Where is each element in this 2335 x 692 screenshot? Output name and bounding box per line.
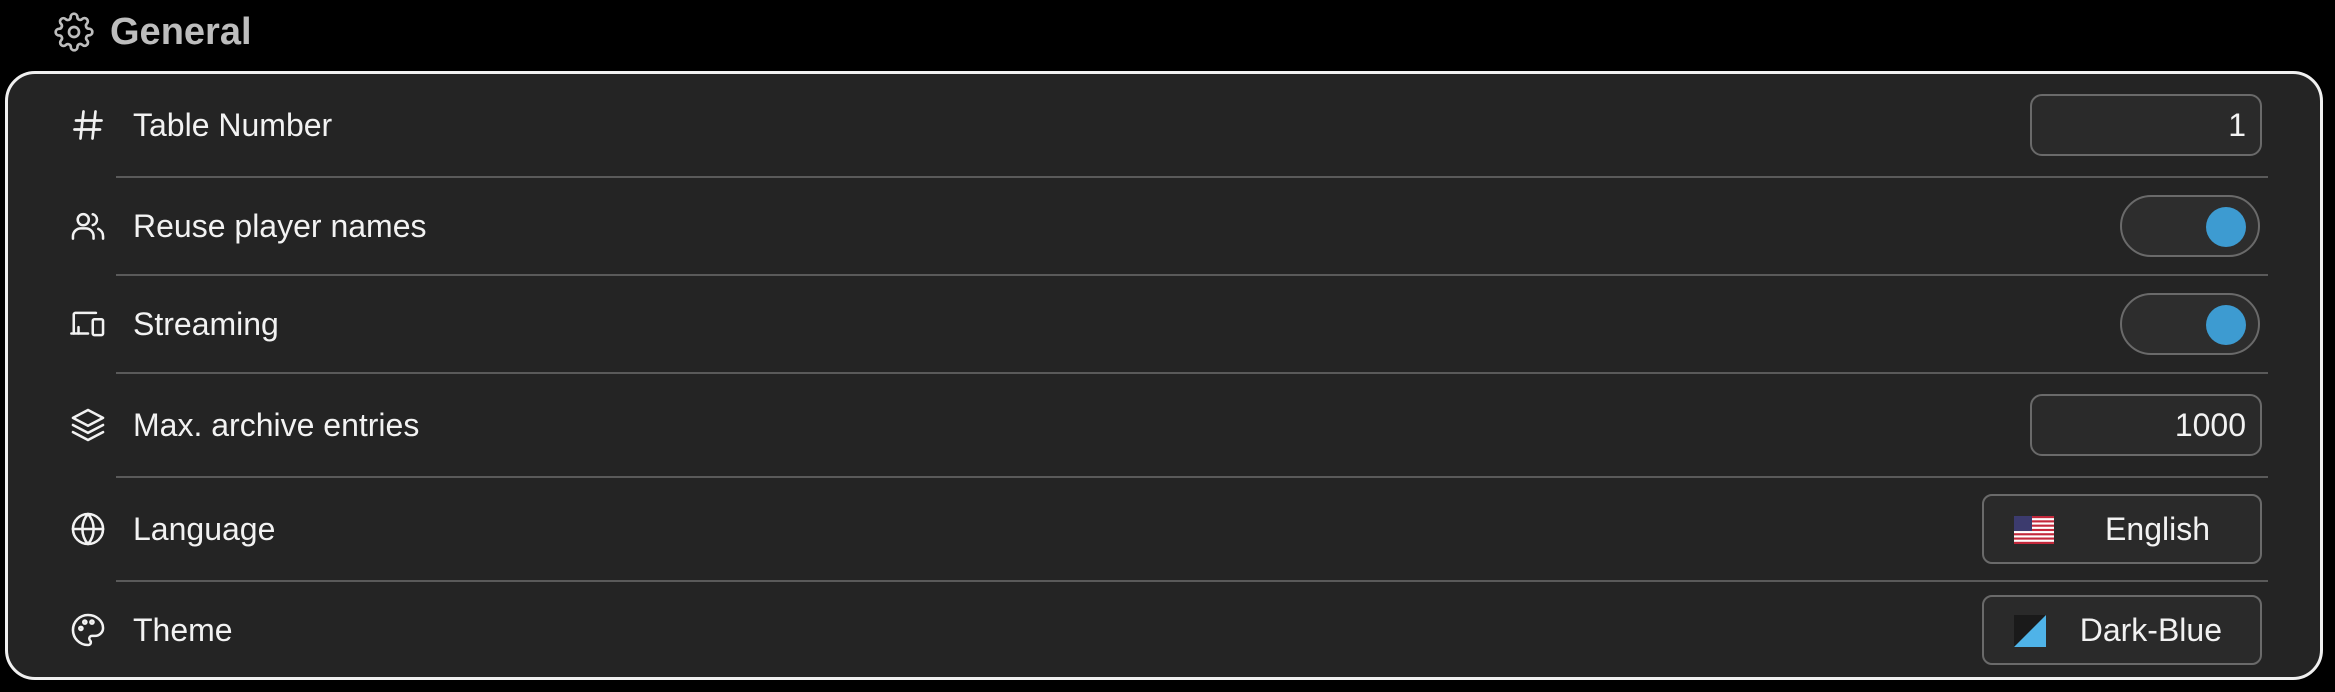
max-archive-entries-input[interactable]: 1000 <box>2030 394 2262 456</box>
theme-value: Dark-Blue <box>2079 611 2222 648</box>
theme-swatch-icon <box>2014 615 2046 647</box>
setting-row-table-number: Table Number 1 <box>8 74 2320 176</box>
theme-label: Theme <box>133 611 233 648</box>
table-number-label: Table Number <box>133 106 333 143</box>
us-flag-icon <box>2014 516 2054 544</box>
section-title: General <box>110 10 252 53</box>
streaming-label: Streaming <box>133 305 279 342</box>
devices-icon <box>68 304 108 344</box>
language-label: Language <box>133 510 276 547</box>
theme-select-button[interactable]: Dark-Blue <box>1982 595 2262 665</box>
layers-icon <box>68 405 108 445</box>
settings-panel: Table Number 1 Reuse player names Stream… <box>5 71 2323 680</box>
toggle-knob <box>2206 207 2246 247</box>
reuse-player-names-label: Reuse player names <box>133 207 427 244</box>
table-number-input[interactable]: 1 <box>2030 94 2262 156</box>
language-select-button[interactable]: English <box>1982 494 2262 564</box>
language-value: English <box>2105 510 2210 547</box>
setting-row-max-archive-entries: Max. archive entries 1000 <box>8 374 2320 476</box>
globe-icon <box>68 509 108 549</box>
users-icon <box>68 206 108 246</box>
toggle-knob <box>2206 305 2246 345</box>
reuse-player-names-toggle[interactable] <box>2120 195 2260 257</box>
gear-icon <box>54 12 94 52</box>
setting-row-language: Language English <box>8 478 2320 580</box>
section-header: General <box>54 6 252 58</box>
max-archive-entries-label: Max. archive entries <box>133 406 420 443</box>
setting-row-theme: Theme Dark-Blue <box>8 582 2320 678</box>
setting-row-reuse-player-names: Reuse player names <box>8 178 2320 274</box>
hash-icon <box>68 105 108 145</box>
palette-icon <box>68 610 108 650</box>
streaming-toggle[interactable] <box>2120 293 2260 355</box>
setting-row-streaming: Streaming <box>8 276 2320 372</box>
